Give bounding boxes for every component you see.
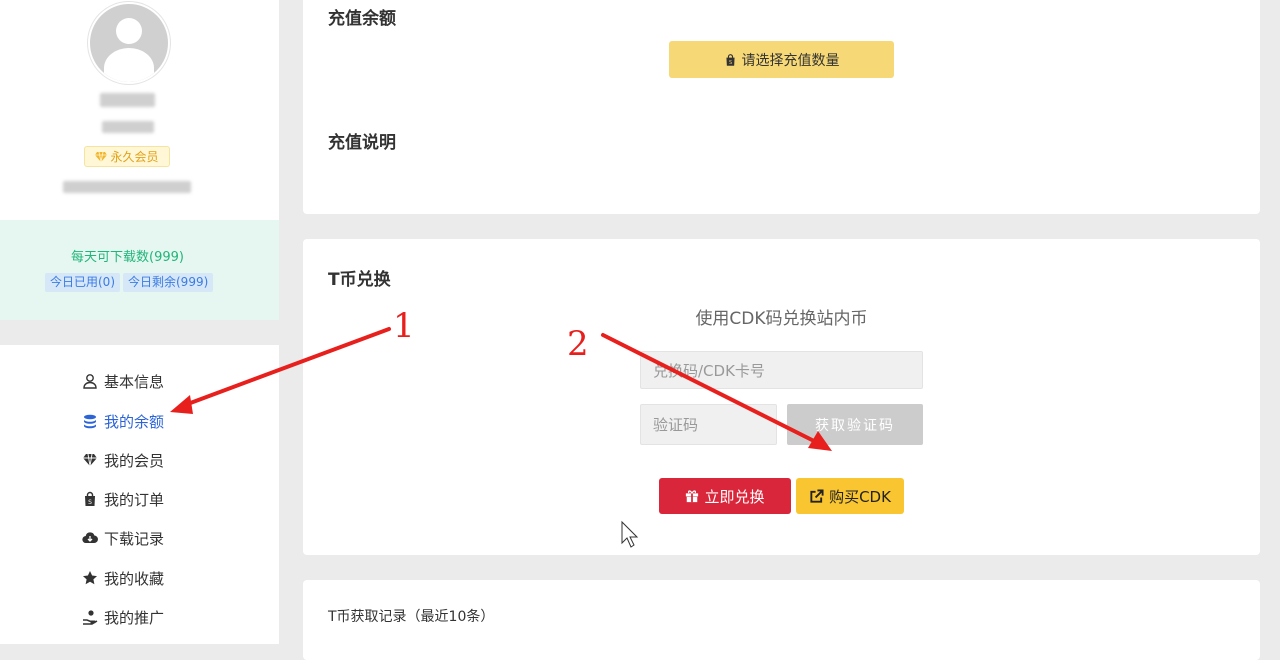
user-icon [83,374,97,389]
today-remaining-badge: 今日剩余(999) [123,273,214,292]
recharge-card [303,0,1260,214]
avatar[interactable] [88,2,170,84]
select-amount-button[interactable]: S 请选择充值数量 [669,41,894,78]
coins-icon [84,414,96,429]
external-link-icon [810,488,824,503]
sidebar-item-favorites[interactable]: 我的收藏 [82,567,164,589]
cdk-placeholder: 兑换码/CDK卡号 [653,361,765,380]
gift-icon [686,490,699,503]
annotation-label-1: 1 [393,306,415,346]
sidebar-item-label: 下载记录 [104,529,165,548]
star-icon [83,571,97,585]
recharge-notes-title: 充值说明 [328,133,396,153]
daily-download-quota: 每天可下载数(999) [71,250,184,265]
svg-text:S: S [88,499,92,506]
cloud-download-icon [82,532,98,544]
redeem-button[interactable]: 立即兑换 [659,478,791,514]
diamond-icon [83,453,97,467]
sidebar-item-balance[interactable]: 我的余额 [82,410,164,432]
sidebar-item-label: 我的收藏 [104,569,165,588]
captcha-input[interactable]: 验证码 [640,404,777,445]
sidebar-item-membership[interactable]: 我的会员 [82,449,164,471]
records-title: T币获取记录（最近10条） [328,609,495,625]
sidebar-item-label: 我的余额 [104,412,165,431]
sidebar-item-promotion[interactable]: 我的推广 [82,606,164,628]
quota-card [0,220,279,320]
sidebar-item-label: 我的会员 [104,451,165,470]
buy-cdk-label: 购买CDK [829,487,891,506]
today-used-badge: 今日已用(0) [45,273,120,292]
vip-label: 永久会员 [110,150,159,164]
recharge-amount-title: 充值余额 [328,9,396,29]
svg-text:S: S [728,60,731,66]
exchange-title: T币兑换 [328,270,391,290]
exchange-subtitle: 使用CDK码兑换站内币 [695,309,868,329]
buy-cdk-button[interactable]: 购买CDK [796,478,904,514]
sidebar-item-basic-info[interactable]: 基本信息 [82,370,164,392]
email-blurred [63,181,191,193]
sidebar-item-orders[interactable]: S 我的订单 [82,488,164,510]
sidebar-item-label: 我的推广 [104,608,165,627]
vip-badge: 永久会员 [84,146,170,167]
shopping-bag-icon: S [725,53,735,66]
shopping-bag-icon: S [85,491,95,506]
captcha-placeholder: 验证码 [653,416,699,434]
redeem-label: 立即兑换 [704,487,765,506]
select-amount-label: 请选择充值数量 [741,52,840,69]
sidebar-item-label: 我的订单 [104,490,165,509]
diamond-icon [95,151,108,162]
get-code-button[interactable]: 获取验证码 [787,404,923,445]
cdk-input[interactable]: 兑换码/CDK卡号 [640,351,923,389]
sidebar-item-label: 基本信息 [104,372,165,391]
sidebar-item-downloads[interactable]: 下载记录 [82,527,164,549]
username-blurred [100,93,155,107]
annotation-label-2: 2 [567,324,589,364]
user-id-blurred [102,121,154,133]
hand-coin-icon [83,610,98,625]
